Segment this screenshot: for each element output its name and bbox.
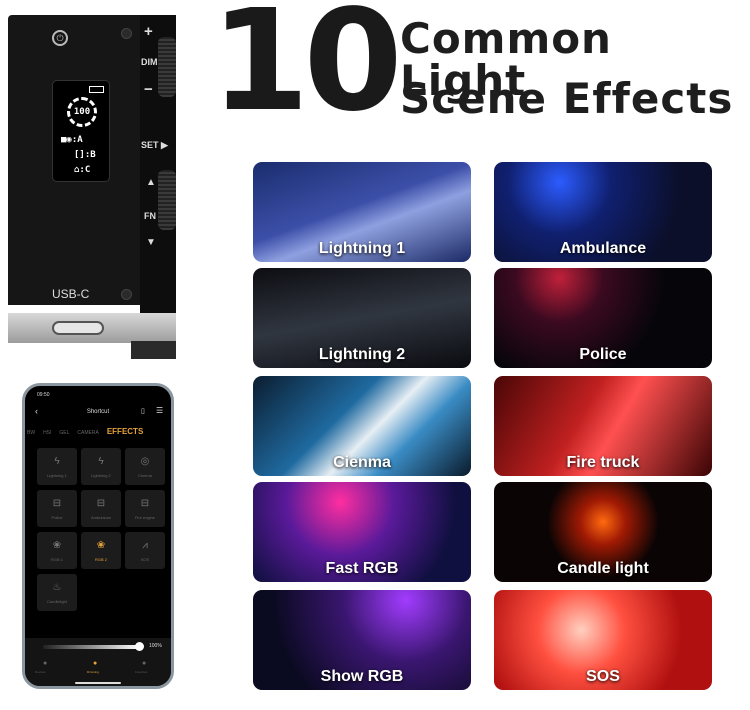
tab-camera[interactable]: CAMERA [77,430,98,436]
fn-label: FN [144,211,156,221]
effect-lightning-2[interactable]: ϟ Lightning 2 [81,448,121,485]
effect-fire-engine[interactable]: ⊟ Fire engine [125,490,165,527]
tile-label: Ambulance [559,240,647,257]
brightness-slider[interactable] [43,645,139,649]
favorites-icon[interactable]: ● [142,660,146,667]
down-button[interactable]: ▼ [146,237,156,248]
effect-tile-sos: SOS [494,590,712,690]
effect-rgb-1[interactable]: ❀ RGB 1 [37,532,77,569]
phone-app: 09:50 ‹ Shortcut ▯ ☰ BW HSI GEL CAMERA E… [22,383,174,689]
tile-label: Cienma [333,454,391,471]
rgb-icon: ❀ [52,540,62,551]
effect-tile-cienma: Cienma [253,376,471,476]
effect-rgb-2[interactable]: ❀ RGB 2 [81,532,121,569]
usb-c-label: USB-C [52,287,90,301]
device-display: 100 ■◉:A []:B ⌂:C [52,80,110,182]
tile-label: Lightning 1 [318,240,406,257]
dim-wheel[interactable] [158,37,176,97]
effect-tile-lightning-2: Lightning 2 [253,268,471,368]
truck-icon: ⊟ [140,498,150,509]
screw [121,289,132,300]
siren-icon: ⩘ [142,540,148,551]
set-button[interactable]: SET ▶ [141,140,168,151]
effect-tile-ambulance: Ambulance [494,162,712,262]
dimming-icon[interactable]: ● [93,660,97,667]
effect-ambulance[interactable]: ⊟ Ambulance [81,490,121,527]
plus-button[interactable]: + [144,23,153,40]
row-c: C [84,165,91,175]
vehicle-icon: ⊟ [96,498,106,509]
rail-foot [131,341,176,359]
headline-number: 10 [210,0,403,143]
effect-tile-fire-truck: Fire truck [494,376,712,476]
film-reel-icon: ◎ [140,456,150,467]
bookmark-icon[interactable]: ▯ [141,407,145,415]
screw [121,28,132,39]
car-icon: ⊟ [52,498,62,509]
effect-candlelight[interactable]: ♨ Candlelight [37,574,77,611]
tile-label: Lightning 2 [318,346,406,363]
effect-tile-candle-light: Candle light [494,482,712,582]
home-indicator [75,682,121,684]
brightness-value: 100% [149,643,162,649]
light-device: ⏻ 100 ■◉:A []:B ⌂:C USB-C + DIM − SET ▶ … [8,15,176,360]
fn-wheel[interactable] [158,170,176,230]
nav-devices[interactable]: Devices [35,670,46,674]
tile-label: Candle light [557,560,649,577]
level-ring: 100 [67,97,97,127]
rgb-icon: ❀ [96,540,106,551]
tile-label: Fire truck [566,454,640,471]
row-a: A [77,135,83,145]
slider-handle[interactable] [135,642,144,651]
headline-line-2: Scene Effects [400,74,734,123]
nav-dimming[interactable]: Dimming [87,670,99,674]
effect-tile-show-rgb: Show RGB [253,590,471,690]
tile-label: Fast RGB [325,560,399,577]
effect-tile-police: Police [494,268,712,368]
minus-button[interactable]: − [144,81,153,98]
tile-label: SOS [586,668,620,685]
phone-title: Shortcut [86,409,110,415]
tab-effects[interactable]: EFFECTS [107,427,143,436]
power-icon[interactable]: ⏻ [52,30,68,46]
nav-favorites[interactable]: Favorites [135,670,147,674]
effect-tile-fast-rgb: Fast RGB [253,482,471,582]
status-time: 09:50 [37,392,50,398]
dim-label: DIM [141,57,158,67]
effect-police[interactable]: ⊟ Police [37,490,77,527]
devices-icon[interactable]: ● [43,660,47,667]
tab-hsi[interactable]: HSI [43,430,51,436]
candle-icon: ♨ [52,582,62,593]
lightning-icon: ϟ [54,456,60,467]
tile-label: Police [579,346,627,363]
tab-gel[interactable]: GEL [59,430,69,436]
effect-cinema[interactable]: ◎ Cinema [125,448,165,485]
effect-tile-lightning-1: Lightning 1 [253,162,471,262]
level-value: 100 [73,107,91,117]
up-button[interactable]: ▲ [146,177,156,188]
battery-icon [89,86,104,93]
row-b: B [90,150,96,160]
tab-bw[interactable]: BW [27,430,35,436]
effect-lightning-1[interactable]: ϟ Lightning 1 [37,448,77,485]
rail-slot [52,321,104,335]
menu-icon[interactable]: ☰ [156,406,163,415]
lightning-icon: ϟ [98,456,104,467]
effect-sos[interactable]: ⩘ SOS [125,532,165,569]
tile-label: Show RGB [320,668,404,685]
